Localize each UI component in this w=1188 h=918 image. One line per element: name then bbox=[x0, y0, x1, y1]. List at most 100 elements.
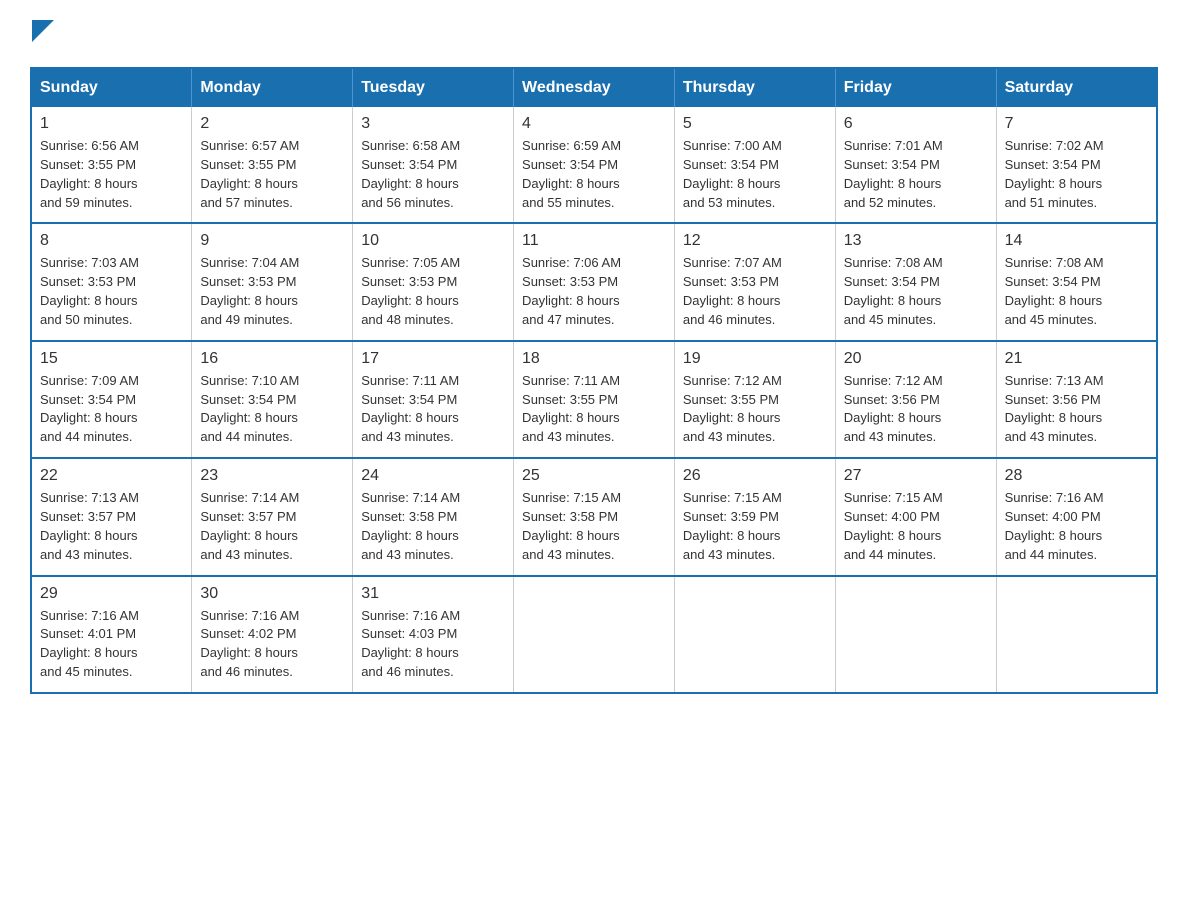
day-number: 7 bbox=[1005, 115, 1148, 133]
calendar-cell: 8 Sunrise: 7:03 AMSunset: 3:53 PMDayligh… bbox=[31, 223, 192, 340]
day-number: 24 bbox=[361, 467, 505, 485]
logo-triangle-icon bbox=[32, 20, 54, 42]
day-info: Sunrise: 7:15 AMSunset: 3:58 PMDaylight:… bbox=[522, 489, 666, 564]
calendar-cell: 5 Sunrise: 7:00 AMSunset: 3:54 PMDayligh… bbox=[674, 107, 835, 223]
day-info: Sunrise: 7:10 AMSunset: 3:54 PMDaylight:… bbox=[200, 372, 344, 447]
day-number: 9 bbox=[200, 232, 344, 250]
calendar-cell bbox=[674, 576, 835, 693]
day-info: Sunrise: 7:04 AMSunset: 3:53 PMDaylight:… bbox=[200, 254, 344, 329]
day-number: 16 bbox=[200, 350, 344, 368]
calendar-cell: 1 Sunrise: 6:56 AMSunset: 3:55 PMDayligh… bbox=[31, 107, 192, 223]
day-number: 21 bbox=[1005, 350, 1148, 368]
day-info: Sunrise: 7:08 AMSunset: 3:54 PMDaylight:… bbox=[1005, 254, 1148, 329]
day-info: Sunrise: 6:58 AMSunset: 3:54 PMDaylight:… bbox=[361, 137, 505, 212]
calendar-cell: 23 Sunrise: 7:14 AMSunset: 3:57 PMDaylig… bbox=[192, 458, 353, 575]
day-info: Sunrise: 7:09 AMSunset: 3:54 PMDaylight:… bbox=[40, 372, 183, 447]
header-monday: Monday bbox=[192, 68, 353, 107]
day-number: 22 bbox=[40, 467, 183, 485]
day-info: Sunrise: 7:16 AMSunset: 4:02 PMDaylight:… bbox=[200, 607, 344, 682]
day-number: 14 bbox=[1005, 232, 1148, 250]
day-number: 1 bbox=[40, 115, 183, 133]
day-number: 30 bbox=[200, 585, 344, 603]
day-info: Sunrise: 7:11 AMSunset: 3:54 PMDaylight:… bbox=[361, 372, 505, 447]
calendar-cell: 9 Sunrise: 7:04 AMSunset: 3:53 PMDayligh… bbox=[192, 223, 353, 340]
calendar-cell: 3 Sunrise: 6:58 AMSunset: 3:54 PMDayligh… bbox=[353, 107, 514, 223]
day-info: Sunrise: 7:08 AMSunset: 3:54 PMDaylight:… bbox=[844, 254, 988, 329]
day-info: Sunrise: 7:16 AMSunset: 4:01 PMDaylight:… bbox=[40, 607, 183, 682]
day-number: 2 bbox=[200, 115, 344, 133]
day-number: 11 bbox=[522, 232, 666, 250]
calendar-cell: 6 Sunrise: 7:01 AMSunset: 3:54 PMDayligh… bbox=[835, 107, 996, 223]
calendar-cell: 27 Sunrise: 7:15 AMSunset: 4:00 PMDaylig… bbox=[835, 458, 996, 575]
day-number: 5 bbox=[683, 115, 827, 133]
header-wednesday: Wednesday bbox=[514, 68, 675, 107]
calendar-header-row: SundayMondayTuesdayWednesdayThursdayFrid… bbox=[31, 68, 1157, 107]
calendar-cell: 2 Sunrise: 6:57 AMSunset: 3:55 PMDayligh… bbox=[192, 107, 353, 223]
day-info: Sunrise: 7:13 AMSunset: 3:57 PMDaylight:… bbox=[40, 489, 183, 564]
calendar-cell bbox=[996, 576, 1157, 693]
calendar-week-2: 8 Sunrise: 7:03 AMSunset: 3:53 PMDayligh… bbox=[31, 223, 1157, 340]
day-info: Sunrise: 7:07 AMSunset: 3:53 PMDaylight:… bbox=[683, 254, 827, 329]
calendar-week-1: 1 Sunrise: 6:56 AMSunset: 3:55 PMDayligh… bbox=[31, 107, 1157, 223]
calendar-cell: 21 Sunrise: 7:13 AMSunset: 3:56 PMDaylig… bbox=[996, 341, 1157, 458]
day-info: Sunrise: 7:14 AMSunset: 3:58 PMDaylight:… bbox=[361, 489, 505, 564]
day-info: Sunrise: 7:12 AMSunset: 3:55 PMDaylight:… bbox=[683, 372, 827, 447]
day-info: Sunrise: 7:12 AMSunset: 3:56 PMDaylight:… bbox=[844, 372, 988, 447]
day-number: 15 bbox=[40, 350, 183, 368]
day-info: Sunrise: 7:16 AMSunset: 4:00 PMDaylight:… bbox=[1005, 489, 1148, 564]
calendar-cell bbox=[514, 576, 675, 693]
page-header bbox=[30, 20, 1158, 47]
day-number: 3 bbox=[361, 115, 505, 133]
calendar-cell: 4 Sunrise: 6:59 AMSunset: 3:54 PMDayligh… bbox=[514, 107, 675, 223]
day-number: 4 bbox=[522, 115, 666, 133]
calendar-cell: 25 Sunrise: 7:15 AMSunset: 3:58 PMDaylig… bbox=[514, 458, 675, 575]
calendar-cell: 15 Sunrise: 7:09 AMSunset: 3:54 PMDaylig… bbox=[31, 341, 192, 458]
day-info: Sunrise: 7:16 AMSunset: 4:03 PMDaylight:… bbox=[361, 607, 505, 682]
day-number: 26 bbox=[683, 467, 827, 485]
day-info: Sunrise: 7:00 AMSunset: 3:54 PMDaylight:… bbox=[683, 137, 827, 212]
calendar-cell: 31 Sunrise: 7:16 AMSunset: 4:03 PMDaylig… bbox=[353, 576, 514, 693]
day-info: Sunrise: 6:56 AMSunset: 3:55 PMDaylight:… bbox=[40, 137, 183, 212]
day-number: 27 bbox=[844, 467, 988, 485]
calendar-cell: 20 Sunrise: 7:12 AMSunset: 3:56 PMDaylig… bbox=[835, 341, 996, 458]
calendar-cell: 7 Sunrise: 7:02 AMSunset: 3:54 PMDayligh… bbox=[996, 107, 1157, 223]
calendar-cell: 26 Sunrise: 7:15 AMSunset: 3:59 PMDaylig… bbox=[674, 458, 835, 575]
day-number: 12 bbox=[683, 232, 827, 250]
day-number: 6 bbox=[844, 115, 988, 133]
day-info: Sunrise: 7:14 AMSunset: 3:57 PMDaylight:… bbox=[200, 489, 344, 564]
header-saturday: Saturday bbox=[996, 68, 1157, 107]
calendar-cell: 19 Sunrise: 7:12 AMSunset: 3:55 PMDaylig… bbox=[674, 341, 835, 458]
day-number: 20 bbox=[844, 350, 988, 368]
day-info: Sunrise: 7:03 AMSunset: 3:53 PMDaylight:… bbox=[40, 254, 183, 329]
day-info: Sunrise: 7:13 AMSunset: 3:56 PMDaylight:… bbox=[1005, 372, 1148, 447]
day-number: 10 bbox=[361, 232, 505, 250]
calendar-cell: 30 Sunrise: 7:16 AMSunset: 4:02 PMDaylig… bbox=[192, 576, 353, 693]
day-number: 31 bbox=[361, 585, 505, 603]
day-info: Sunrise: 7:05 AMSunset: 3:53 PMDaylight:… bbox=[361, 254, 505, 329]
header-tuesday: Tuesday bbox=[353, 68, 514, 107]
calendar-cell: 28 Sunrise: 7:16 AMSunset: 4:00 PMDaylig… bbox=[996, 458, 1157, 575]
day-info: Sunrise: 7:11 AMSunset: 3:55 PMDaylight:… bbox=[522, 372, 666, 447]
day-number: 29 bbox=[40, 585, 183, 603]
day-info: Sunrise: 6:59 AMSunset: 3:54 PMDaylight:… bbox=[522, 137, 666, 212]
day-number: 13 bbox=[844, 232, 988, 250]
day-number: 25 bbox=[522, 467, 666, 485]
calendar-week-5: 29 Sunrise: 7:16 AMSunset: 4:01 PMDaylig… bbox=[31, 576, 1157, 693]
day-number: 19 bbox=[683, 350, 827, 368]
day-info: Sunrise: 6:57 AMSunset: 3:55 PMDaylight:… bbox=[200, 137, 344, 212]
day-number: 28 bbox=[1005, 467, 1148, 485]
calendar-table: SundayMondayTuesdayWednesdayThursdayFrid… bbox=[30, 67, 1158, 694]
calendar-cell: 10 Sunrise: 7:05 AMSunset: 3:53 PMDaylig… bbox=[353, 223, 514, 340]
calendar-cell: 11 Sunrise: 7:06 AMSunset: 3:53 PMDaylig… bbox=[514, 223, 675, 340]
calendar-cell: 13 Sunrise: 7:08 AMSunset: 3:54 PMDaylig… bbox=[835, 223, 996, 340]
calendar-cell: 22 Sunrise: 7:13 AMSunset: 3:57 PMDaylig… bbox=[31, 458, 192, 575]
day-number: 18 bbox=[522, 350, 666, 368]
day-info: Sunrise: 7:02 AMSunset: 3:54 PMDaylight:… bbox=[1005, 137, 1148, 212]
day-info: Sunrise: 7:15 AMSunset: 4:00 PMDaylight:… bbox=[844, 489, 988, 564]
calendar-cell bbox=[835, 576, 996, 693]
calendar-cell: 12 Sunrise: 7:07 AMSunset: 3:53 PMDaylig… bbox=[674, 223, 835, 340]
calendar-cell: 16 Sunrise: 7:10 AMSunset: 3:54 PMDaylig… bbox=[192, 341, 353, 458]
day-info: Sunrise: 7:06 AMSunset: 3:53 PMDaylight:… bbox=[522, 254, 666, 329]
logo bbox=[30, 20, 54, 47]
calendar-cell: 29 Sunrise: 7:16 AMSunset: 4:01 PMDaylig… bbox=[31, 576, 192, 693]
